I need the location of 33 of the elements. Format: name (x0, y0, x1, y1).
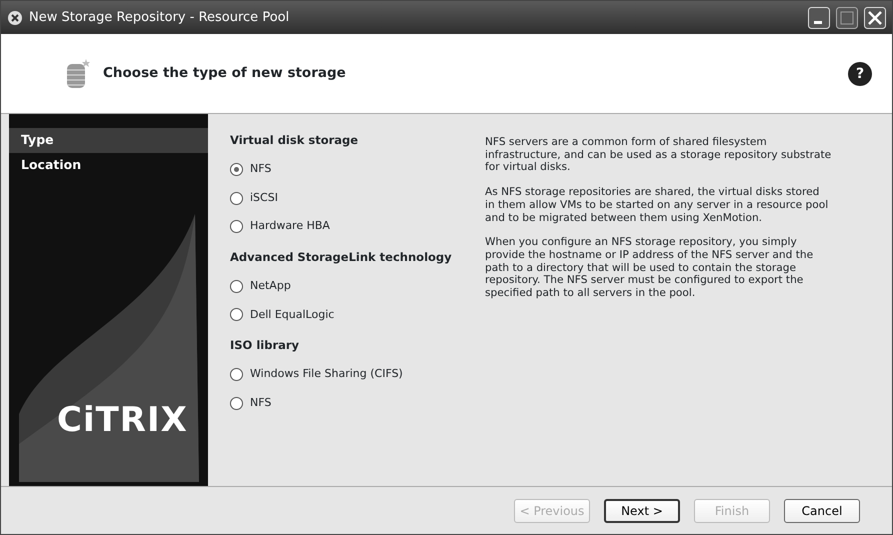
option-label[interactable]: NFS (250, 161, 272, 178)
sidebar-item[interactable]: Location (9, 152, 208, 178)
option-label[interactable]: NetApp (250, 278, 291, 294)
radio-button[interactable] (230, 396, 243, 410)
maximize-icon[interactable] (836, 6, 858, 28)
group-heading: Virtual disk storage (230, 132, 360, 149)
help-button[interactable]: ? (848, 62, 872, 86)
window-title: New Storage Repository - Resource Pool (29, 8, 290, 27)
logo-text: CiTRIX (57, 399, 188, 442)
description-paragraph: NFS servers are a common form of shared filesystem infrastructure, and can be used as a storage repository substrate for virtual disks. (485, 136, 832, 174)
close-icon[interactable] (7, 10, 23, 26)
radio-button[interactable] (230, 308, 243, 322)
description-paragraph: When you configure an NFS storage repository, you simply provide the hostname or IP address of the NFS server and the path to a directory that will be used to contain the storage repository. The NFS server must be configured to export the specified path to all servers in the pool. (485, 236, 814, 300)
option-label[interactable]: Hardware HBA (250, 218, 330, 235)
description-paragraph: As NFS storage repositories are shared, the virtual disks stored in them allow VMs to be started on any server in a resource pool and to be migrated between them using XenMotion. (485, 186, 830, 224)
sidebar-item[interactable]: Type (9, 128, 208, 153)
wizard-button[interactable]: Cancel (784, 498, 860, 522)
radio-button[interactable] (230, 220, 243, 233)
storage-icon (65, 58, 91, 90)
radio-button[interactable] (230, 192, 243, 204)
option-label[interactable]: NFS (250, 394, 272, 412)
option-label[interactable]: Windows File Sharing (CIFS) (250, 366, 403, 383)
radio-button[interactable] (230, 368, 243, 381)
radio-button[interactable] (230, 163, 243, 176)
minimize-icon[interactable] (808, 6, 830, 28)
close-icon[interactable] (864, 6, 886, 28)
page-heading: Choose the type of new storage (103, 64, 346, 84)
option-label[interactable]: Dell EqualLogic (250, 306, 334, 323)
wizard-button[interactable]: Next > (604, 498, 680, 522)
group-heading: ISO library (230, 337, 300, 354)
option-label[interactable]: iSCSI (250, 190, 278, 206)
group-heading: Advanced StorageLink technology (230, 248, 453, 266)
radio-button[interactable] (230, 280, 243, 293)
